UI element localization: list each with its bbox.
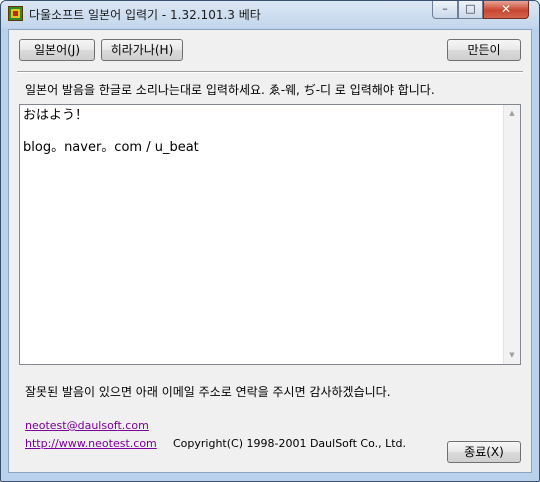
- toolbar-separator: [17, 71, 523, 73]
- close-button[interactable]: ✕: [483, 1, 529, 19]
- copyright-text: Copyright(C) 1998-2001 DaulSoft Co., Ltd…: [173, 437, 407, 450]
- credits-button[interactable]: 만든이: [447, 39, 521, 61]
- scroll-up-arrow-icon[interactable]: ▲: [504, 105, 520, 122]
- app-window: 다울소프트 일본어 입력기 - 1.32.101.3 베타 – □ ✕ 일본어(…: [0, 0, 540, 482]
- email-link[interactable]: neotest@daulsoft.com: [25, 419, 149, 432]
- window-title: 다울소프트 일본어 입력기 - 1.32.101.3 베타: [29, 8, 261, 22]
- editor-line-3: blog。naver。com / u_beat: [23, 140, 199, 155]
- quit-button[interactable]: 종료(X): [447, 441, 521, 463]
- client-area: 일본어(J) 히라가나(H) 만든이 일본어 발음을 한글로 소리나는대로 입력…: [8, 29, 532, 473]
- scroll-down-arrow-icon[interactable]: ▼: [504, 347, 520, 364]
- japanese-mode-button[interactable]: 일본어(J): [19, 39, 95, 61]
- minimize-button[interactable]: –: [432, 1, 458, 19]
- website-link[interactable]: http://www.neotest.com: [25, 437, 157, 450]
- editor-line-2: [23, 124, 503, 140]
- feedback-notice: 잘못된 발음이 있으면 아래 이메일 주소로 연락을 주시면 감사하겠습니다.: [25, 385, 391, 399]
- text-editor[interactable]: おはよう！ blog。naver。com / u_beat ▲ ▼: [19, 104, 521, 365]
- app-logo-icon[interactable]: [8, 6, 23, 21]
- hiragana-button[interactable]: 히라가나(H): [101, 39, 183, 61]
- maximize-button[interactable]: □: [458, 1, 483, 19]
- instruction-text: 일본어 발음을 한글로 소리나는대로 입력하세요. ゑ-웨, ぢ-디 로 입력해…: [25, 83, 435, 97]
- editor-line-1: おはよう！: [23, 108, 89, 123]
- title-bar[interactable]: 다울소프트 일본어 입력기 - 1.32.101.3 베타 – □ ✕: [1, 1, 539, 28]
- vertical-scrollbar[interactable]: ▲ ▼: [503, 105, 520, 364]
- editor-content[interactable]: おはよう！ blog。naver。com / u_beat: [23, 108, 503, 156]
